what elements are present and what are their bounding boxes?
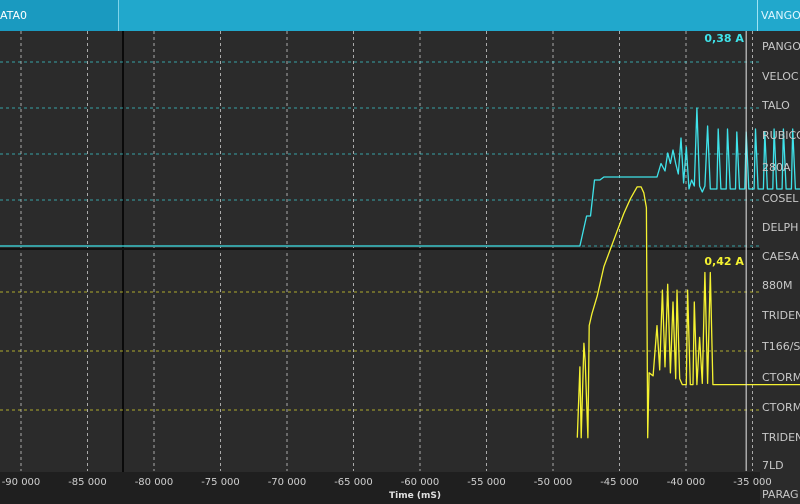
x-tick-label: -75 000	[201, 477, 240, 488]
x-tick-label: -45 000	[600, 477, 639, 488]
sidebar-item[interactable]: CTORM	[762, 401, 800, 414]
tab-divider[interactable]	[757, 0, 758, 31]
sidebar-item[interactable]: CTORM	[762, 371, 800, 384]
oscilloscope-plot[interactable]: 0,38 A 0,42 A -90 000 -85 000 -80 000 -75 000…	[0, 31, 800, 504]
sidebar-item[interactable]: PANGO	[762, 40, 800, 53]
x-tick-label: -90 000	[2, 477, 41, 488]
sidebar-item[interactable]: CAESA	[762, 250, 799, 263]
sidebar-item[interactable]: PARAG	[762, 488, 799, 501]
sidebar-item[interactable]: DELPH	[762, 221, 798, 234]
x-tick-label: -70 000	[268, 477, 307, 488]
sidebar-item[interactable]: COSEL	[762, 192, 798, 205]
tab-vango-label[interactable]: VANGO	[761, 9, 800, 22]
sidebar-item[interactable]: 280A	[762, 161, 791, 174]
cursor-value-label: 0,42 A	[704, 255, 744, 268]
x-tick-label: -60 000	[401, 477, 440, 488]
x-axis-title: Time (mS)	[389, 491, 441, 501]
sidebar-item[interactable]: TRIDEN	[762, 431, 800, 444]
sidebar-item[interactable]: 880M	[762, 279, 793, 292]
x-tick-label: -80 000	[135, 477, 174, 488]
x-tick-label: -40 000	[667, 477, 706, 488]
x-tick-label: -65 000	[334, 477, 373, 488]
sidebar-item[interactable]: T166/S	[762, 340, 800, 353]
tab-ata0-label: ATA0	[0, 9, 28, 22]
x-tick-label: -50 000	[534, 477, 573, 488]
channel-sidebar: PANGO VELOC TALO RUBICO 280A COSEL DELPH…	[762, 31, 800, 504]
tab-ata0[interactable]: ATA0	[0, 0, 119, 31]
tab-bar: ATA0 VANGO	[0, 0, 800, 31]
x-tick-label: -55 000	[467, 477, 506, 488]
x-tick-label: -85 000	[68, 477, 107, 488]
sidebar-item[interactable]: TRIDEN	[762, 309, 800, 322]
series-cyan	[0, 107, 800, 247]
x-axis-bar	[0, 472, 760, 504]
sidebar-item[interactable]: RUBICO	[762, 129, 800, 142]
cursor-value-label: 0,38 A	[704, 32, 744, 45]
sidebar-item[interactable]: TALO	[762, 99, 790, 112]
sidebar-item[interactable]: 7LD	[762, 459, 784, 472]
sidebar-item[interactable]: VELOC	[762, 70, 799, 83]
